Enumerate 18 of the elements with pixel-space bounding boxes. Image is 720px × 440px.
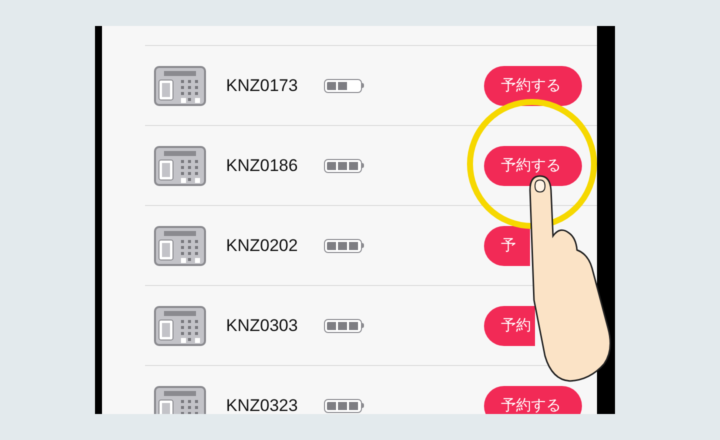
reserve-button[interactable]: 予約する [484, 66, 582, 106]
battery-icon [324, 158, 364, 172]
keypad-device-icon [154, 306, 206, 346]
device-id: KNZ0186 [226, 156, 299, 176]
battery-icon [324, 78, 364, 92]
reserve-button[interactable]: 予約する [484, 386, 582, 414]
keypad-device-icon [154, 226, 206, 266]
keypad-device-icon [154, 66, 206, 106]
device-id: KNZ0303 [226, 316, 299, 336]
keypad-device-icon [154, 146, 206, 186]
battery-icon [324, 238, 364, 252]
device-id: KNZ0202 [226, 236, 299, 256]
device-id: KNZ0173 [226, 76, 299, 96]
reserve-button[interactable]: 予約する [484, 146, 582, 186]
battery-icon [324, 318, 364, 332]
device-id: KNZ0323 [226, 396, 299, 414]
reserve-button[interactable]: 予 [484, 226, 530, 266]
reserve-button[interactable]: 予約 [484, 306, 535, 346]
